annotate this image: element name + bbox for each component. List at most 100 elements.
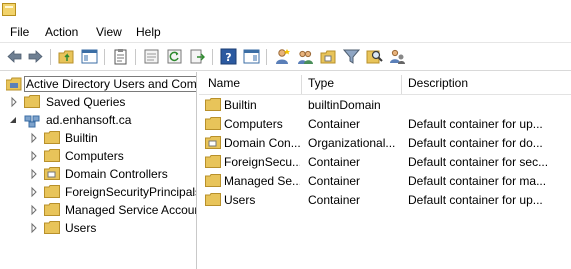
tree-item-label: ForeignSecurityPrincipals xyxy=(65,185,197,199)
tree-item-managed-service-accounts[interactable]: Managed Service Accour xyxy=(0,201,196,219)
app-icon xyxy=(2,3,16,16)
domain-icon xyxy=(24,113,40,128)
cell-type: builtinDomain xyxy=(308,98,381,112)
column-divider[interactable] xyxy=(401,75,402,94)
toolbar-separator xyxy=(266,49,267,65)
create-group-icon[interactable] xyxy=(297,48,314,65)
folder-icon xyxy=(205,174,221,187)
column-header-name[interactable]: Name xyxy=(208,76,240,96)
list-row[interactable]: Users Container Default container for up… xyxy=(199,190,571,209)
folder-icon xyxy=(205,155,221,168)
cell-description: Default container for sec... xyxy=(408,155,549,169)
tree-item-computers[interactable]: Computers xyxy=(0,147,196,165)
folder-icon xyxy=(205,193,221,206)
toolbar: ? xyxy=(0,42,571,71)
menu-file[interactable]: File xyxy=(10,25,29,39)
cell-description: Default container for ma... xyxy=(408,174,547,188)
tree-item-label: Users xyxy=(65,221,97,235)
show-hide-console-tree-icon[interactable] xyxy=(81,48,98,65)
column-divider[interactable] xyxy=(301,75,302,94)
expand-arrow-icon[interactable] xyxy=(30,168,39,180)
forward-arrow-icon[interactable] xyxy=(27,48,44,65)
console-tree[interactable]: Active Directory Users and Com Saved Que… xyxy=(0,72,197,269)
list-row[interactable]: Domain Con... Organizational... Default … xyxy=(199,133,571,152)
menu-help[interactable]: Help xyxy=(136,25,161,39)
menu-bar: File Action View Help xyxy=(0,21,571,42)
list-row[interactable]: ForeignSecu... Container Default contain… xyxy=(199,152,571,171)
expand-arrow-icon[interactable] xyxy=(30,186,39,198)
tree-item-domain-controllers[interactable]: Domain Controllers xyxy=(0,165,196,183)
expand-arrow-icon[interactable] xyxy=(30,222,39,234)
find-icon[interactable] xyxy=(366,48,383,65)
create-ou-icon[interactable] xyxy=(320,48,337,65)
cell-type: Container xyxy=(308,193,361,207)
cell-name: Computers xyxy=(224,117,283,131)
folder-icon xyxy=(205,117,221,130)
folder-icon xyxy=(24,95,40,108)
cell-name: Domain Con... xyxy=(224,136,300,150)
filter-icon[interactable] xyxy=(343,48,360,65)
properties-icon[interactable] xyxy=(143,48,160,65)
tree-item-label: Saved Queries xyxy=(46,95,126,109)
folder-icon xyxy=(44,149,60,162)
cell-type: Container xyxy=(308,155,361,169)
expand-arrow-icon[interactable] xyxy=(30,132,39,144)
tree-item-builtin[interactable]: Builtin xyxy=(0,129,196,147)
back-arrow-icon[interactable] xyxy=(6,48,23,65)
ou-folder-icon xyxy=(44,167,60,180)
menu-view[interactable]: View xyxy=(96,25,122,39)
tree-item-foreign-security-principals[interactable]: ForeignSecurityPrincipals xyxy=(0,183,196,201)
expand-arrow-icon[interactable] xyxy=(30,204,39,216)
folder-icon xyxy=(44,185,60,198)
export-list-icon[interactable] xyxy=(189,48,206,65)
collapse-arrow-icon[interactable] xyxy=(9,114,18,126)
add-to-group-icon[interactable] xyxy=(389,48,406,65)
cell-type: Container xyxy=(308,117,361,131)
folder-icon xyxy=(205,98,221,111)
cell-type: Container xyxy=(308,174,361,188)
cell-name: ForeignSecu... xyxy=(224,155,300,169)
ou-folder-icon xyxy=(205,136,221,149)
list-row[interactable]: Computers Container Default container fo… xyxy=(199,114,571,133)
tree-item-users[interactable]: Users xyxy=(0,219,196,237)
toolbar-separator xyxy=(50,49,51,65)
details-list[interactable]: Name Type Description Builtin builtinDom… xyxy=(199,72,571,269)
cell-name: Users xyxy=(224,193,256,207)
cell-description: Default container for up... xyxy=(408,193,543,207)
up-folder-icon[interactable] xyxy=(58,48,75,65)
tree-item-label: Builtin xyxy=(65,131,98,145)
list-row[interactable]: Managed Se... Container Default containe… xyxy=(199,171,571,190)
title-bar xyxy=(0,0,571,20)
cell-type: Organizational... xyxy=(308,136,396,150)
tree-item-domain[interactable]: ad.enhansoft.ca xyxy=(0,111,196,129)
tree-root[interactable]: Active Directory Users and Com xyxy=(4,75,196,93)
folder-icon xyxy=(44,131,60,144)
tree-item-saved-queries[interactable]: Saved Queries xyxy=(0,93,196,111)
expand-arrow-icon[interactable] xyxy=(10,96,19,108)
folder-icon xyxy=(44,221,60,234)
column-header-description[interactable]: Description xyxy=(408,76,468,96)
column-header-type[interactable]: Type xyxy=(308,76,334,96)
expand-arrow-icon[interactable] xyxy=(30,150,39,162)
toolbar-separator xyxy=(212,49,213,65)
svg-text:?: ? xyxy=(225,51,231,64)
tree-item-label: Computers xyxy=(65,149,124,163)
cell-description: Default container for do... xyxy=(408,136,543,150)
show-action-pane-icon[interactable] xyxy=(243,48,260,65)
refresh-icon[interactable] xyxy=(166,48,183,65)
menu-action[interactable]: Action xyxy=(45,25,78,39)
tree-item-label: ad.enhansoft.ca xyxy=(46,113,132,127)
clipboard-icon[interactable] xyxy=(112,48,129,65)
toolbar-separator xyxy=(135,49,136,65)
cell-name: Managed Se... xyxy=(224,174,300,188)
create-user-icon[interactable] xyxy=(274,48,291,65)
cell-description: Default container for up... xyxy=(408,117,543,131)
cell-name: Builtin xyxy=(224,98,257,112)
tree-root-label: Active Directory Users and Com xyxy=(24,76,197,92)
help-icon[interactable]: ? xyxy=(220,48,237,65)
list-row[interactable]: Builtin builtinDomain xyxy=(199,95,571,114)
folder-icon xyxy=(44,203,60,216)
tree-item-label: Managed Service Accour xyxy=(65,203,197,217)
snapin-icon xyxy=(5,77,22,91)
toolbar-separator xyxy=(104,49,105,65)
